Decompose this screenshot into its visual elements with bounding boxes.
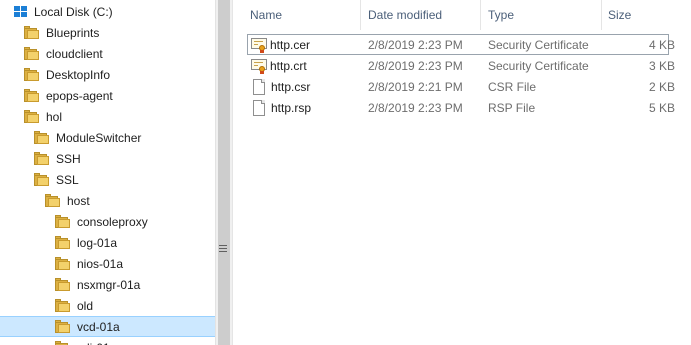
tree-item-label: cloudclient bbox=[46, 46, 103, 61]
file-date: 2/8/2019 2:21 PM bbox=[368, 79, 463, 94]
tree-item-label: nios-01a bbox=[77, 256, 124, 271]
file-date: 2/8/2019 2:23 PM bbox=[368, 100, 463, 115]
tree-item-label: host bbox=[67, 193, 90, 208]
tree-item-desktopinfo[interactable]: DesktopInfo bbox=[0, 64, 215, 85]
file-size: 5 KB bbox=[648, 100, 675, 115]
tree-item-nios-01a[interactable]: nios-01a bbox=[0, 253, 215, 274]
tree-item-blueprints[interactable]: Blueprints bbox=[0, 22, 215, 43]
column-header-size[interactable]: Size bbox=[602, 0, 682, 30]
tree-item-label: old bbox=[77, 298, 94, 313]
folder-icon bbox=[34, 173, 50, 186]
tree-item-ssl[interactable]: SSL bbox=[0, 169, 215, 190]
folder-icon bbox=[55, 278, 71, 291]
tree-item-epops-agent[interactable]: epops-agent bbox=[0, 85, 215, 106]
file-row[interactable]: http.crt 2/8/2019 2:23 PM Security Certi… bbox=[233, 55, 691, 76]
folder-icon bbox=[24, 68, 40, 81]
scrollbar-grip-icon bbox=[218, 243, 228, 252]
folder-icon bbox=[24, 89, 40, 102]
file-type: RSP File bbox=[488, 100, 536, 115]
scrollbar-thumb[interactable] bbox=[218, 0, 230, 345]
file-type: Security Certificate bbox=[488, 37, 589, 52]
tree-item-local-disk[interactable]: Local Disk (C:) bbox=[0, 1, 215, 22]
file-name: http.crt bbox=[270, 58, 307, 73]
tree-item-label: log-01a bbox=[77, 235, 118, 250]
tree-item-label: SSL bbox=[56, 172, 79, 187]
tree-item-label: vcd-01a bbox=[77, 319, 120, 334]
tree-item-vcd-01a[interactable]: vcd-01a bbox=[0, 316, 215, 337]
tree-item-label: SSH bbox=[56, 151, 81, 166]
tree-item-log-01a[interactable]: log-01a bbox=[0, 232, 215, 253]
certificate-icon bbox=[251, 37, 267, 53]
file-date: 2/8/2019 2:23 PM bbox=[368, 58, 463, 73]
folder-icon bbox=[55, 341, 71, 345]
file-name-cell[interactable]: http.csr bbox=[253, 76, 310, 97]
file-name: http.rsp bbox=[271, 100, 312, 115]
file-name-cell[interactable]: http.cer bbox=[251, 34, 310, 55]
column-header-date-modified[interactable]: Date modified bbox=[362, 0, 481, 30]
folder-icon bbox=[24, 110, 40, 123]
file-list[interactable]: Name Date modified Type Size http.cer 2/… bbox=[233, 0, 691, 345]
tree-item-ssh[interactable]: SSH bbox=[0, 148, 215, 169]
tree-item-label: DesktopInfo bbox=[46, 67, 111, 82]
tree-item-nsxmgr-01a[interactable]: nsxmgr-01a bbox=[0, 274, 215, 295]
folder-icon bbox=[55, 320, 71, 333]
file-size: 4 KB bbox=[648, 37, 675, 52]
tree-item-label: Blueprints bbox=[46, 25, 100, 40]
folder-icon bbox=[24, 47, 40, 60]
folder-icon bbox=[55, 257, 71, 270]
folder-icon bbox=[34, 152, 50, 165]
file-icon bbox=[253, 78, 266, 95]
folder-icon bbox=[34, 131, 50, 144]
file-type: CSR File bbox=[488, 79, 537, 94]
file-size: 3 KB bbox=[648, 58, 675, 73]
file-size: 2 KB bbox=[648, 79, 675, 94]
file-row[interactable]: http.rsp 2/8/2019 2:23 PM RSP File 5 KB bbox=[233, 97, 691, 118]
tree-item-label: ModuleSwitcher bbox=[56, 130, 142, 145]
folder-icon bbox=[55, 236, 71, 249]
folder-icon bbox=[55, 299, 71, 312]
file-row[interactable]: http.cer 2/8/2019 2:23 PM Security Certi… bbox=[233, 34, 691, 55]
tree-item-vrli-01a[interactable]: vrli-01a bbox=[0, 337, 215, 345]
tree-item-moduleswitcher[interactable]: ModuleSwitcher bbox=[0, 127, 215, 148]
tree-item-label: hol bbox=[46, 109, 63, 124]
column-header-row: Name Date modified Type Size bbox=[233, 0, 691, 30]
tree-item-hol[interactable]: hol bbox=[0, 106, 215, 127]
file-name: http.cer bbox=[270, 37, 311, 52]
column-header-name[interactable]: Name bbox=[244, 0, 361, 30]
tree-item-label: Local Disk (C:) bbox=[34, 4, 113, 19]
tree-item-label: epops-agent bbox=[46, 88, 113, 103]
tree-item-label: vrli-01a bbox=[77, 341, 116, 345]
tree-item-label: nsxmgr-01a bbox=[77, 277, 141, 292]
file-name: http.csr bbox=[271, 79, 311, 94]
file-name-cell[interactable]: http.rsp bbox=[253, 97, 311, 118]
folder-icon bbox=[24, 26, 40, 39]
file-type: Security Certificate bbox=[488, 58, 589, 73]
file-name-cell[interactable]: http.crt bbox=[251, 55, 307, 76]
file-date: 2/8/2019 2:23 PM bbox=[368, 37, 463, 52]
tree-item-label: consoleproxy bbox=[77, 214, 148, 229]
tree-item-cloudclient[interactable]: cloudclient bbox=[0, 43, 215, 64]
tree-item-consoleproxy[interactable]: consoleproxy bbox=[0, 211, 215, 232]
tree-item-host[interactable]: host bbox=[0, 190, 215, 211]
certificate-icon bbox=[251, 58, 267, 74]
tree-scrollbar[interactable] bbox=[215, 0, 232, 345]
folder-icon bbox=[55, 215, 71, 228]
column-header-type[interactable]: Type bbox=[482, 0, 602, 30]
file-row[interactable]: http.csr 2/8/2019 2:21 PM CSR File 2 KB bbox=[233, 76, 691, 97]
file-icon bbox=[253, 99, 266, 116]
drive-icon bbox=[12, 5, 28, 19]
folder-icon bbox=[45, 194, 61, 207]
navigation-tree[interactable]: Local Disk (C:) Blueprints cloudclient D… bbox=[0, 0, 215, 345]
tree-item-old[interactable]: old bbox=[0, 295, 215, 316]
